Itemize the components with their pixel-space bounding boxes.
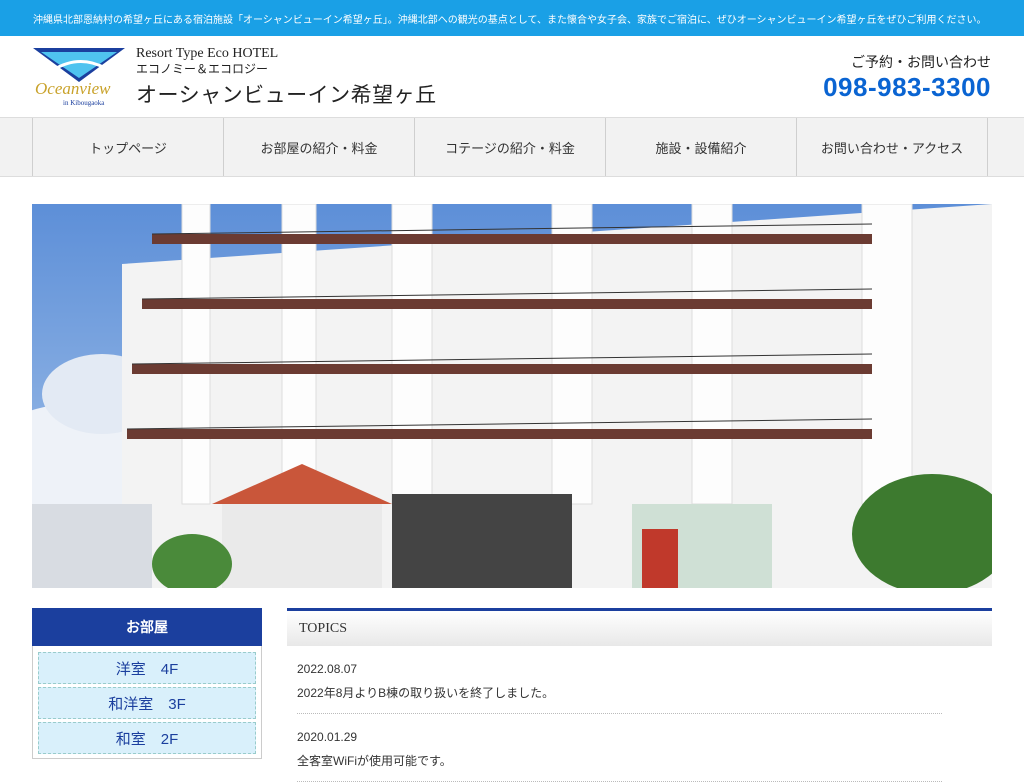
- nav-item-facilities[interactable]: 施設・設備紹介: [605, 118, 796, 176]
- sidebar-title: お部屋: [32, 608, 262, 646]
- sidebar-item-japanese-room[interactable]: 和室 2F: [38, 722, 256, 754]
- contact-block: ご予約・お問い合わせ 098-983-3300: [823, 52, 991, 102]
- phone-number[interactable]: 098-983-3300: [823, 72, 991, 102]
- top-description-text: 沖縄県北部恩納村の希望ヶ丘にある宿泊施設「オーシャンビューイン希望ヶ丘」。沖縄北…: [33, 14, 987, 26]
- news-text[interactable]: 全客室WiFiが使用可能です。: [297, 752, 942, 769]
- sidebar-item-mixed-room[interactable]: 和洋室 3F: [38, 687, 256, 719]
- list-item: 2022.08.07 2022年8月よりB棟の取り扱いを終了しました。: [297, 646, 942, 714]
- logo-text: Oceanview: [35, 79, 111, 98]
- contact-label: ご予約・お問い合わせ: [851, 54, 991, 70]
- news-text[interactable]: 2022年8月よりB棟の取り扱いを終了しました。: [297, 684, 942, 701]
- nav-item-top[interactable]: トップページ: [32, 118, 223, 176]
- sidebar-item-western-room[interactable]: 洋室 4F: [38, 652, 256, 684]
- list-item: 2020.01.29 全客室WiFiが使用可能です。: [297, 714, 942, 782]
- brand-block: Resort Type Eco HOTEL エコノミー＆エコロジー オーシャンビ…: [136, 46, 437, 109]
- news-date: 2020.01.29: [297, 730, 358, 744]
- site-header: Oceanview in Kibougaoka Resort Type Eco …: [0, 36, 1024, 117]
- topics-header: TOPICS: [287, 608, 992, 646]
- sidebar-list: 洋室 4F 和洋室 3F 和室 2F: [32, 646, 262, 759]
- hero-image: [32, 204, 992, 588]
- hotel-name[interactable]: オーシャンビューイン希望ヶ丘: [136, 79, 437, 109]
- top-description-bar: 沖縄県北部恩納村の希望ヶ丘にある宿泊施設「オーシャンビューイン希望ヶ丘」。沖縄北…: [0, 0, 1024, 36]
- nav-item-contact[interactable]: お問い合わせ・アクセス: [796, 118, 988, 176]
- nav-item-cottage[interactable]: コテージの紹介・料金: [414, 118, 605, 176]
- topics-section: TOPICS 2022.08.07 2022年8月よりB棟の取り扱いを終了しまし…: [287, 608, 992, 782]
- news-list: 2022.08.07 2022年8月よりB棟の取り扱いを終了しました。 2020…: [287, 646, 992, 782]
- eco-line: エコノミー＆エコロジー: [136, 62, 269, 76]
- logo-sub-text: in Kibougaoka: [63, 99, 105, 107]
- nav-item-rooms[interactable]: お部屋の紹介・料金: [223, 118, 414, 176]
- sidebar-rooms: お部屋 洋室 4F 和洋室 3F 和室 2F: [32, 608, 262, 759]
- global-nav: トップページ お部屋の紹介・料金 コテージの紹介・料金 施設・設備紹介 お問い合…: [0, 117, 1024, 177]
- hotel-type-line: Resort Type Eco HOTEL: [136, 46, 279, 61]
- news-date: 2022.08.07: [297, 662, 358, 676]
- topics-title: TOPICS: [299, 620, 347, 636]
- hotel-logo[interactable]: Oceanview in Kibougaoka: [33, 48, 125, 108]
